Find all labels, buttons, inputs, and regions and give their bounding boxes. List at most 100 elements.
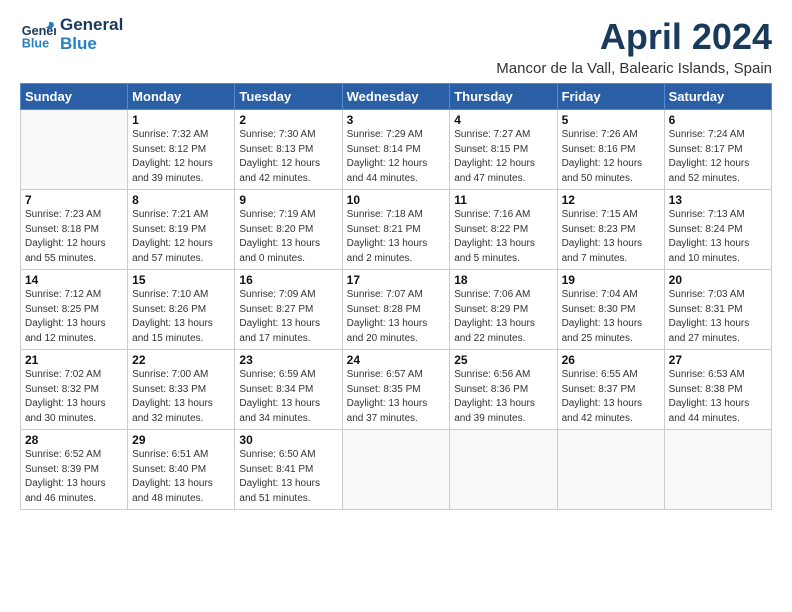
day-number: 13 [669, 193, 767, 207]
day-number: 2 [239, 113, 337, 127]
day-number: 5 [562, 113, 660, 127]
table-row: 8Sunrise: 7:21 AM Sunset: 8:19 PM Daylig… [128, 190, 235, 270]
day-number: 24 [347, 353, 446, 367]
table-row: 30Sunrise: 6:50 AM Sunset: 8:41 PM Dayli… [235, 430, 342, 510]
logo-blue-text: Blue [60, 35, 123, 54]
day-info: Sunrise: 7:18 AM Sunset: 8:21 PM Dayligh… [347, 208, 446, 266]
day-number: 10 [347, 193, 446, 207]
calendar-week-row: 28Sunrise: 6:52 AM Sunset: 8:39 PM Dayli… [21, 430, 772, 510]
header-friday: Friday [557, 84, 664, 110]
subtitle: Mancor de la Vall, Balearic Islands, Spa… [496, 60, 772, 77]
table-row: 25Sunrise: 6:56 AM Sunset: 8:36 PM Dayli… [450, 350, 557, 430]
table-row: 27Sunrise: 6:53 AM Sunset: 8:38 PM Dayli… [664, 350, 771, 430]
day-number: 1 [132, 113, 230, 127]
day-number: 25 [454, 353, 552, 367]
day-number: 19 [562, 273, 660, 287]
day-info: Sunrise: 7:12 AM Sunset: 8:25 PM Dayligh… [25, 288, 123, 346]
day-info: Sunrise: 6:50 AM Sunset: 8:41 PM Dayligh… [239, 448, 337, 506]
day-info: Sunrise: 7:09 AM Sunset: 8:27 PM Dayligh… [239, 288, 337, 346]
day-info: Sunrise: 7:23 AM Sunset: 8:18 PM Dayligh… [25, 208, 123, 266]
table-row: 16Sunrise: 7:09 AM Sunset: 8:27 PM Dayli… [235, 270, 342, 350]
day-number: 8 [132, 193, 230, 207]
day-info: Sunrise: 7:16 AM Sunset: 8:22 PM Dayligh… [454, 208, 552, 266]
day-info: Sunrise: 6:51 AM Sunset: 8:40 PM Dayligh… [132, 448, 230, 506]
header-monday: Monday [128, 84, 235, 110]
table-row [664, 430, 771, 510]
table-row: 20Sunrise: 7:03 AM Sunset: 8:31 PM Dayli… [664, 270, 771, 350]
day-number: 7 [25, 193, 123, 207]
table-row: 15Sunrise: 7:10 AM Sunset: 8:26 PM Dayli… [128, 270, 235, 350]
day-number: 22 [132, 353, 230, 367]
day-info: Sunrise: 7:21 AM Sunset: 8:19 PM Dayligh… [132, 208, 230, 266]
table-row: 10Sunrise: 7:18 AM Sunset: 8:21 PM Dayli… [342, 190, 450, 270]
calendar-week-row: 1Sunrise: 7:32 AM Sunset: 8:12 PM Daylig… [21, 110, 772, 190]
day-number: 26 [562, 353, 660, 367]
day-number: 12 [562, 193, 660, 207]
day-info: Sunrise: 7:32 AM Sunset: 8:12 PM Dayligh… [132, 128, 230, 186]
logo-icon: General Blue [20, 17, 56, 53]
table-row: 21Sunrise: 7:02 AM Sunset: 8:32 PM Dayli… [21, 350, 128, 430]
day-number: 4 [454, 113, 552, 127]
logo: General Blue General Blue [20, 16, 123, 53]
day-number: 18 [454, 273, 552, 287]
calendar-week-row: 21Sunrise: 7:02 AM Sunset: 8:32 PM Dayli… [21, 350, 772, 430]
table-row [342, 430, 450, 510]
day-info: Sunrise: 7:06 AM Sunset: 8:29 PM Dayligh… [454, 288, 552, 346]
calendar-week-row: 14Sunrise: 7:12 AM Sunset: 8:25 PM Dayli… [21, 270, 772, 350]
table-row: 7Sunrise: 7:23 AM Sunset: 8:18 PM Daylig… [21, 190, 128, 270]
day-number: 6 [669, 113, 767, 127]
svg-text:Blue: Blue [22, 36, 49, 50]
table-row: 24Sunrise: 6:57 AM Sunset: 8:35 PM Dayli… [342, 350, 450, 430]
day-number: 21 [25, 353, 123, 367]
calendar-page: General Blue General Blue April 2024 Man… [0, 0, 792, 612]
day-info: Sunrise: 7:24 AM Sunset: 8:17 PM Dayligh… [669, 128, 767, 186]
table-row: 13Sunrise: 7:13 AM Sunset: 8:24 PM Dayli… [664, 190, 771, 270]
table-row: 5Sunrise: 7:26 AM Sunset: 8:16 PM Daylig… [557, 110, 664, 190]
table-row: 3Sunrise: 7:29 AM Sunset: 8:14 PM Daylig… [342, 110, 450, 190]
day-info: Sunrise: 7:13 AM Sunset: 8:24 PM Dayligh… [669, 208, 767, 266]
header-saturday: Saturday [664, 84, 771, 110]
day-info: Sunrise: 7:00 AM Sunset: 8:33 PM Dayligh… [132, 368, 230, 426]
day-info: Sunrise: 7:15 AM Sunset: 8:23 PM Dayligh… [562, 208, 660, 266]
day-info: Sunrise: 7:07 AM Sunset: 8:28 PM Dayligh… [347, 288, 446, 346]
day-number: 28 [25, 433, 123, 447]
day-info: Sunrise: 7:10 AM Sunset: 8:26 PM Dayligh… [132, 288, 230, 346]
day-info: Sunrise: 7:27 AM Sunset: 8:15 PM Dayligh… [454, 128, 552, 186]
day-info: Sunrise: 6:53 AM Sunset: 8:38 PM Dayligh… [669, 368, 767, 426]
day-number: 9 [239, 193, 337, 207]
header-sunday: Sunday [21, 84, 128, 110]
day-number: 27 [669, 353, 767, 367]
table-row: 12Sunrise: 7:15 AM Sunset: 8:23 PM Dayli… [557, 190, 664, 270]
day-number: 30 [239, 433, 337, 447]
day-info: Sunrise: 6:59 AM Sunset: 8:34 PM Dayligh… [239, 368, 337, 426]
table-row: 29Sunrise: 6:51 AM Sunset: 8:40 PM Dayli… [128, 430, 235, 510]
table-row: 17Sunrise: 7:07 AM Sunset: 8:28 PM Dayli… [342, 270, 450, 350]
main-title: April 2024 [496, 16, 772, 58]
day-info: Sunrise: 7:03 AM Sunset: 8:31 PM Dayligh… [669, 288, 767, 346]
table-row: 26Sunrise: 6:55 AM Sunset: 8:37 PM Dayli… [557, 350, 664, 430]
logo-general-text: General [60, 16, 123, 35]
weekday-header-row: Sunday Monday Tuesday Wednesday Thursday… [21, 84, 772, 110]
day-info: Sunrise: 7:04 AM Sunset: 8:30 PM Dayligh… [562, 288, 660, 346]
table-row [21, 110, 128, 190]
table-row [557, 430, 664, 510]
table-row: 9Sunrise: 7:19 AM Sunset: 8:20 PM Daylig… [235, 190, 342, 270]
day-info: Sunrise: 6:56 AM Sunset: 8:36 PM Dayligh… [454, 368, 552, 426]
header-wednesday: Wednesday [342, 84, 450, 110]
table-row: 14Sunrise: 7:12 AM Sunset: 8:25 PM Dayli… [21, 270, 128, 350]
day-number: 15 [132, 273, 230, 287]
table-row: 2Sunrise: 7:30 AM Sunset: 8:13 PM Daylig… [235, 110, 342, 190]
day-info: Sunrise: 7:02 AM Sunset: 8:32 PM Dayligh… [25, 368, 123, 426]
calendar-table: Sunday Monday Tuesday Wednesday Thursday… [20, 83, 772, 510]
table-row: 22Sunrise: 7:00 AM Sunset: 8:33 PM Dayli… [128, 350, 235, 430]
title-block: April 2024 Mancor de la Vall, Balearic I… [496, 16, 772, 77]
table-row: 1Sunrise: 7:32 AM Sunset: 8:12 PM Daylig… [128, 110, 235, 190]
day-info: Sunrise: 6:52 AM Sunset: 8:39 PM Dayligh… [25, 448, 123, 506]
day-info: Sunrise: 6:57 AM Sunset: 8:35 PM Dayligh… [347, 368, 446, 426]
day-number: 23 [239, 353, 337, 367]
day-number: 16 [239, 273, 337, 287]
day-info: Sunrise: 6:55 AM Sunset: 8:37 PM Dayligh… [562, 368, 660, 426]
table-row: 6Sunrise: 7:24 AM Sunset: 8:17 PM Daylig… [664, 110, 771, 190]
day-info: Sunrise: 7:26 AM Sunset: 8:16 PM Dayligh… [562, 128, 660, 186]
day-number: 17 [347, 273, 446, 287]
